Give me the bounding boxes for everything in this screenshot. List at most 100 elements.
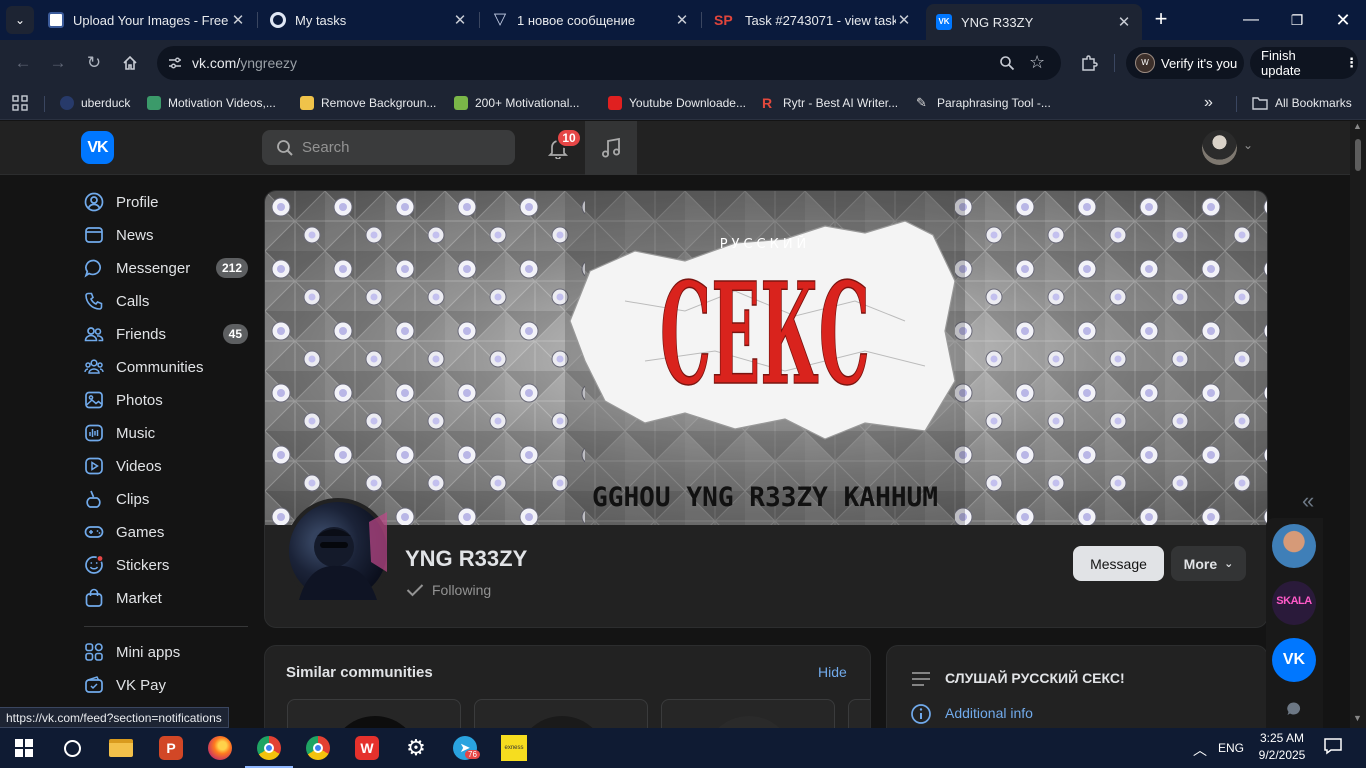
- sidebar-label: Calls: [116, 292, 150, 310]
- close-icon[interactable]: ✕: [674, 11, 690, 29]
- sidebar-item-calls[interactable]: Calls: [80, 285, 250, 317]
- close-icon[interactable]: ✕: [230, 11, 246, 29]
- clock[interactable]: 3:25 AM 9/2/2025: [1256, 731, 1308, 762]
- chrome-button[interactable]: [302, 732, 334, 764]
- settings-button[interactable]: ⚙: [400, 732, 432, 764]
- browser-tab[interactable]: My tasks ✕: [260, 0, 478, 40]
- extensions-button[interactable]: [1074, 48, 1104, 78]
- profile-avatar-icon: W: [1135, 53, 1155, 73]
- star-icon[interactable]: ☆: [1029, 52, 1045, 73]
- browser-tab[interactable]: SP Task #2743071 - view task ✕: [704, 0, 922, 40]
- sidebar-label: Games: [116, 523, 165, 541]
- back-button[interactable]: ←: [8, 48, 38, 78]
- bookmark-item[interactable]: 200+ Motivational...: [454, 93, 579, 113]
- chevron-up-icon[interactable]: ︿: [1193, 740, 1207, 760]
- bookmark-item[interactable]: Motivation Videos,...: [147, 93, 276, 113]
- sidebar-item-vk-pay[interactable]: VK Pay: [80, 669, 250, 701]
- bookmark-item[interactable]: Remove Backgroun...: [300, 93, 436, 113]
- scroll-up-icon[interactable]: ▲: [1353, 121, 1362, 131]
- music-player-button[interactable]: [585, 121, 637, 175]
- close-icon[interactable]: ✕: [452, 11, 468, 29]
- search-input[interactable]: [302, 139, 502, 156]
- browser-tab[interactable]: Upload Your Images - Free Ima ✕: [38, 0, 256, 40]
- bookmark-item[interactable]: Youtube Downloade...: [608, 93, 746, 113]
- zoom-icon[interactable]: [999, 55, 1015, 71]
- sidebar-item-videos[interactable]: Videos: [80, 450, 250, 482]
- double-chevron-left-icon[interactable]: «: [1302, 488, 1314, 514]
- chat-avatar[interactable]: SKALA: [1272, 581, 1316, 625]
- reload-button[interactable]: ↻: [79, 48, 109, 78]
- sidebar-item-games[interactable]: Games: [80, 516, 250, 548]
- address-bar[interactable]: vk.com/yngreezy ☆: [157, 46, 1061, 80]
- sidebar-item-music[interactable]: Music: [80, 417, 250, 449]
- sidebar-label: Stickers: [116, 556, 170, 574]
- finish-update-button[interactable]: Finish update ⋮: [1250, 47, 1358, 79]
- wps-office-button[interactable]: W: [351, 732, 383, 764]
- profile-avatar[interactable]: [285, 498, 391, 604]
- sidebar-item-clips[interactable]: Clips: [80, 483, 250, 515]
- chat-bubble-icon[interactable]: [1286, 701, 1302, 717]
- hide-link[interactable]: Hide: [818, 664, 847, 680]
- apps-button[interactable]: [12, 93, 28, 113]
- vk-header: VK 10 ⌄: [0, 121, 1350, 175]
- vk-logo[interactable]: VK: [81, 131, 114, 164]
- photo-icon: [85, 391, 103, 409]
- user-avatar[interactable]: [1202, 130, 1237, 165]
- sidebar-item-news[interactable]: News: [80, 219, 250, 251]
- following-status[interactable]: Following: [406, 582, 491, 598]
- more-button[interactable]: More ⌄: [1171, 546, 1246, 581]
- close-icon[interactable]: ✕: [896, 11, 912, 29]
- sidebar-item-messenger[interactable]: Messenger 212: [80, 252, 250, 284]
- forward-button[interactable]: →: [43, 48, 73, 78]
- sidebar-item-friends[interactable]: Friends 45: [80, 318, 250, 350]
- home-button[interactable]: [115, 48, 145, 78]
- restore-button[interactable]: ❐: [1274, 0, 1320, 40]
- sidebar-item-stickers[interactable]: Stickers: [80, 549, 250, 581]
- notifications-badge: 10: [556, 128, 582, 148]
- scroll-down-icon[interactable]: ▼: [1353, 713, 1362, 723]
- cover-image[interactable]: РУССКИЙ СЕКС GGHOU YNG R33ZY KAHHUM: [265, 191, 1267, 525]
- additional-info-link[interactable]: Additional info: [945, 705, 1033, 721]
- language-indicator[interactable]: ENG: [1218, 741, 1244, 755]
- message-button[interactable]: Message: [1073, 546, 1164, 581]
- close-window-button[interactable]: ✕: [1320, 0, 1366, 40]
- clips-icon: [86, 490, 101, 508]
- notification-center-icon[interactable]: [1324, 737, 1342, 758]
- chrome-profile-button[interactable]: [245, 732, 293, 768]
- bag-icon: [85, 588, 103, 607]
- telegram-button[interactable]: ➤ 76: [449, 732, 481, 764]
- new-tab-button[interactable]: +: [1148, 8, 1174, 32]
- chat-avatar-vk[interactable]: VK: [1272, 638, 1316, 682]
- sidebar-item-profile[interactable]: Profile: [80, 186, 250, 218]
- verify-identity-button[interactable]: W Verify it's you: [1126, 47, 1244, 79]
- minimize-button[interactable]: —: [1228, 0, 1274, 40]
- bookmark-item[interactable]: R Rytr - Best AI Writer...: [762, 93, 898, 113]
- more-bookmarks-button[interactable]: »: [1204, 93, 1213, 113]
- sidebar-label: Communities: [116, 358, 204, 376]
- sidebar-item-photos[interactable]: Photos: [80, 384, 250, 416]
- all-bookmarks-button[interactable]: All Bookmarks: [1252, 93, 1352, 113]
- browser-tab[interactable]: ▽ 1 новое сообщение ✕: [482, 0, 700, 40]
- page-scrollbar[interactable]: ▲ ▼: [1350, 121, 1366, 728]
- site-settings-icon[interactable]: [167, 55, 183, 71]
- sidebar-item-communities[interactable]: Communities: [80, 351, 250, 383]
- smile-icon: [85, 555, 104, 574]
- chevron-down-icon[interactable]: ⌄: [1243, 138, 1253, 152]
- search-box[interactable]: [262, 130, 515, 165]
- bookmark-item[interactable]: uberduck: [60, 93, 130, 113]
- tab-search-button[interactable]: ⌄: [6, 6, 34, 34]
- sidebar-item-mini-apps[interactable]: Mini apps: [80, 636, 250, 668]
- wps-presentation-button[interactable]: P: [155, 732, 187, 764]
- scrollbar-thumb[interactable]: [1355, 139, 1361, 171]
- sidebar-item-market[interactable]: Market: [80, 582, 250, 614]
- exness-button[interactable]: exness: [498, 732, 530, 764]
- bookmark-item[interactable]: ✎ Paraphrasing Tool -...: [916, 93, 1051, 113]
- chat-avatar[interactable]: [1272, 524, 1316, 568]
- close-icon[interactable]: ✕: [1116, 13, 1132, 31]
- browser-tab-active[interactable]: VK YNG R33ZY ✕: [926, 4, 1142, 40]
- firefox-button[interactable]: [204, 732, 236, 764]
- start-button[interactable]: [8, 732, 40, 764]
- search-button[interactable]: [56, 732, 88, 764]
- file-explorer-button[interactable]: [105, 732, 137, 764]
- folder-icon: [109, 739, 133, 757]
